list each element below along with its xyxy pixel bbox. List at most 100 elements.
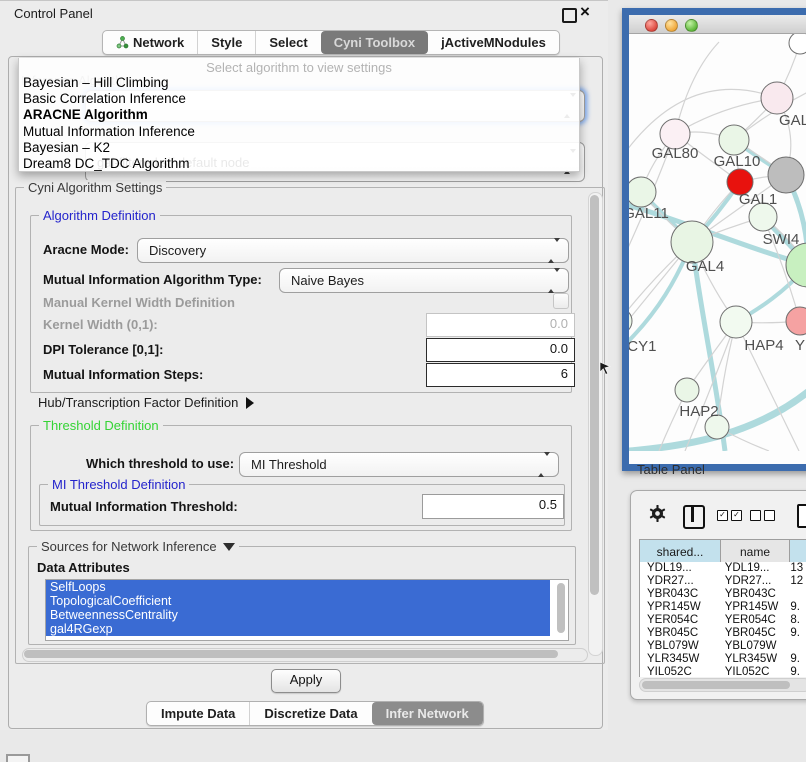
attribute-item[interactable]: gal4RGexp: [46, 622, 550, 636]
tab-discretize-data[interactable]: Discretize Data: [249, 702, 371, 725]
scrollbar-thumb[interactable]: [642, 681, 790, 689]
scrollbar-thumb[interactable]: [590, 195, 599, 595]
algorithm-option[interactable]: ARACNE Algorithm: [19, 107, 579, 123]
table-row[interactable]: YPR145WYPR145W9.: [640, 601, 806, 614]
settings-horizontal-scrollbar[interactable]: [22, 648, 588, 662]
algorithm-option[interactable]: Bayesian – Hill Climbing: [19, 75, 579, 91]
close-icon[interactable]: ×: [580, 2, 590, 22]
table-cell[interactable]: 9.: [787, 601, 806, 614]
table-row[interactable]: YDR27...YDR27...12: [640, 575, 806, 588]
table-cell[interactable]: 9.: [787, 666, 806, 677]
table-cell[interactable]: YER054C: [721, 614, 788, 627]
tab-select[interactable]: Select: [255, 31, 320, 54]
table-cell[interactable]: YBR043C: [721, 588, 788, 601]
attribute-item[interactable]: TopologicalCoefficient: [46, 594, 550, 608]
table-row[interactable]: YLR345WYLR345W9.: [640, 653, 806, 666]
table-row[interactable]: YDL19...YDL19...13: [640, 562, 806, 575]
table-row[interactable]: YBR043CYBR043C: [640, 588, 806, 601]
tab-style[interactable]: Style: [197, 31, 255, 54]
float-window-icon[interactable]: [562, 8, 577, 23]
data-attributes-list[interactable]: SelfLoopsTopologicalCoefficientBetweenne…: [45, 579, 569, 641]
new-table-icon[interactable]: [797, 504, 806, 528]
network-canvas[interactable]: GALGAL80GAL10GAL1GAL11SWI4GAL4GCY1HAP4YH…: [629, 34, 806, 451]
network-node[interactable]: [789, 34, 806, 54]
mi-threshold-field[interactable]: 0.5: [422, 494, 564, 519]
dock-panel-icon[interactable]: [6, 754, 30, 762]
column-header-shared-name[interactable]: shared...: [639, 539, 721, 564]
table-cell[interactable]: YBR045C: [721, 627, 788, 640]
columns-icon[interactable]: [683, 505, 705, 529]
network-node[interactable]: [719, 125, 749, 155]
table-cell[interactable]: YDR27...: [721, 575, 788, 588]
table-cell[interactable]: YLR345W: [640, 653, 721, 666]
table-cell[interactable]: YBL079W: [640, 640, 721, 653]
attribute-item[interactable]: BetweennessCentrality: [46, 608, 550, 622]
scrollbar-thumb[interactable]: [557, 583, 565, 633]
deselect-all-icon[interactable]: [750, 510, 778, 528]
attribute-item[interactable]: SelfLoops: [46, 580, 550, 594]
network-node[interactable]: [786, 243, 806, 287]
table-row[interactable]: YBR045CYBR045C9.: [640, 627, 806, 640]
table-cell[interactable]: 9.: [787, 627, 806, 640]
table-cell[interactable]: 12: [787, 575, 806, 588]
table-cell[interactable]: YIL052C: [721, 666, 788, 677]
table-cell[interactable]: YBL079W: [721, 640, 788, 653]
kernel-width-field[interactable]: 0.0: [426, 313, 575, 337]
hub-definition-expander[interactable]: Hub/Transcription Factor Definition: [38, 395, 254, 410]
network-node[interactable]: [720, 306, 752, 338]
network-node[interactable]: [671, 221, 713, 263]
scrollbar-thumb[interactable]: [24, 650, 558, 658]
table-cell[interactable]: YDR27...: [640, 575, 721, 588]
tab-impute-data[interactable]: Impute Data: [147, 702, 249, 725]
apply-button[interactable]: Apply: [271, 669, 341, 693]
table-cell[interactable]: [787, 640, 806, 653]
network-node[interactable]: [761, 82, 793, 114]
algorithm-option[interactable]: Basic Correlation Inference: [19, 91, 579, 107]
table-row[interactable]: YBL079WYBL079W: [640, 640, 806, 653]
mi-algorithm-type-combo[interactable]: Naive Bayes: [279, 268, 569, 293]
aracne-mode-combo[interactable]: Discovery: [137, 238, 569, 263]
table-cell[interactable]: YBR045C: [640, 627, 721, 640]
dpi-tolerance-field[interactable]: 0.0: [426, 338, 575, 362]
tab-jactivemnodules[interactable]: jActiveMNodules: [428, 31, 559, 54]
zoom-traffic-light-icon[interactable]: [685, 19, 698, 32]
table-cell[interactable]: [787, 588, 806, 601]
algorithm-option[interactable]: Mutual Information Inference: [19, 124, 579, 140]
minimize-traffic-light-icon[interactable]: [665, 19, 678, 32]
gear-icon[interactable]: [649, 505, 666, 527]
manual-kernel-width-checkbox[interactable]: [553, 293, 569, 309]
column-header-name[interactable]: name: [721, 539, 790, 564]
close-traffic-light-icon[interactable]: [645, 19, 658, 32]
table-cell[interactable]: YPR145W: [721, 601, 788, 614]
table-cell[interactable]: YIL052C: [640, 666, 721, 677]
network-node[interactable]: [629, 177, 656, 207]
network-node[interactable]: [675, 378, 699, 402]
table-cell[interactable]: YDL19...: [721, 562, 788, 575]
tab-network[interactable]: Network: [103, 31, 197, 54]
network-window-titlebar[interactable]: [629, 15, 806, 34]
table-cell[interactable]: 9.: [787, 653, 806, 666]
mi-steps-field[interactable]: 6: [426, 363, 575, 387]
network-node[interactable]: [768, 157, 804, 193]
table-cell[interactable]: YER054C: [640, 614, 721, 627]
column-header-partial[interactable]: [790, 539, 806, 564]
table-cell[interactable]: YLR345W: [721, 653, 788, 666]
settings-vertical-scrollbar[interactable]: [588, 192, 603, 656]
which-threshold-combo[interactable]: MI Threshold: [239, 452, 559, 477]
table-cell[interactable]: YBR043C: [640, 588, 721, 601]
tab-cyni-toolbox[interactable]: Cyni Toolbox: [321, 31, 428, 54]
table-row[interactable]: YIL052CYIL052C9.: [640, 666, 806, 677]
collapse-arrow-icon[interactable]: [223, 543, 235, 551]
table-horizontal-scrollbar[interactable]: [639, 678, 806, 692]
table-cell[interactable]: YDL19...: [640, 562, 721, 575]
algorithm-option[interactable]: Bayesian – K2: [19, 140, 579, 156]
tab-infer-network[interactable]: Infer Network: [372, 702, 483, 725]
algorithm-option[interactable]: Dream8 DC_TDC Algorithm: [19, 156, 579, 172]
network-node[interactable]: [629, 308, 632, 334]
network-node[interactable]: [786, 307, 806, 335]
table-row[interactable]: YER054CYER054C8.: [640, 614, 806, 627]
table-cell[interactable]: 8.: [787, 614, 806, 627]
select-all-icon[interactable]: ✓✓: [717, 510, 745, 528]
table-cell[interactable]: YPR145W: [640, 601, 721, 614]
table-cell[interactable]: 13: [787, 562, 806, 575]
